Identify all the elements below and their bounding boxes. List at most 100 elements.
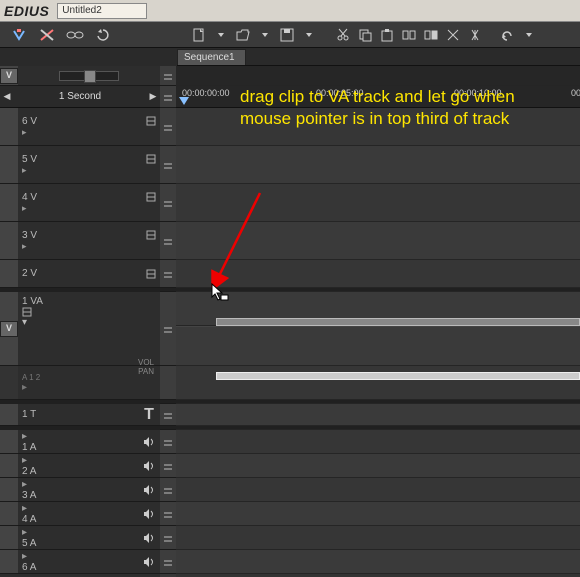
expand-icon[interactable]: ▸ [22,455,134,466]
track-mode-icon[interactable] [146,230,156,240]
tool-d2-icon[interactable] [422,26,440,44]
track-header-3a[interactable]: ▸ 3 A [0,478,160,502]
tool-e2-icon[interactable] [466,26,484,44]
tool-left-1-icon[interactable] [10,26,28,44]
expand-icon[interactable]: ▸ [22,382,156,393]
track-header-6v[interactable]: 6 V▸ [0,108,160,146]
scale-prev-icon[interactable]: ◀ [0,91,14,102]
collapse-icon[interactable]: ▾ [22,317,156,328]
track-header-1va[interactable]: V 1 VA ▾ VOLPAN [0,292,160,366]
track-header-4a[interactable]: ▸ 4 A [0,502,160,526]
speaker-icon[interactable] [138,454,160,477]
tool-d1-icon[interactable] [400,26,418,44]
lock-toggle[interactable] [160,502,176,526]
lock-toggle[interactable] [160,404,176,426]
title-mode-icon[interactable]: T [138,404,160,425]
save-icon[interactable] [278,26,296,44]
timeline-row[interactable] [176,146,580,184]
lock-toggle[interactable] [160,146,176,184]
speaker-icon[interactable] [138,502,160,525]
expand-icon[interactable]: ▸ [22,165,156,176]
tool-left-4-icon[interactable] [94,26,112,44]
clip[interactable] [216,318,580,326]
lock-toggle[interactable] [160,454,176,478]
expand-icon[interactable]: ▸ [22,127,156,138]
timeline-row[interactable] [176,404,580,426]
expand-icon[interactable]: ▸ [22,241,156,252]
tool-left-3-icon[interactable] [66,26,84,44]
track-header-3v[interactable]: 3 V▸ [0,222,160,260]
dropdown-3-icon[interactable] [300,26,318,44]
timeline-row[interactable] [176,502,580,526]
expand-icon[interactable]: ▸ [22,203,156,214]
track-mode-icon[interactable] [146,269,156,279]
timeline-row-va-bottom[interactable] [176,326,580,366]
tool-e1-icon[interactable] [444,26,462,44]
speaker-icon[interactable] [138,478,160,501]
lock-toggle[interactable] [160,430,176,454]
undo-icon[interactable] [498,26,516,44]
timeline-row[interactable] [176,260,580,288]
v-badge[interactable]: V [0,66,18,85]
track-mode-icon[interactable] [146,192,156,202]
dropdown-4-icon[interactable] [520,26,538,44]
lock-toggle[interactable] [160,526,176,550]
track-header-5v[interactable]: 5 V▸ [0,146,160,184]
timeline-row[interactable] [176,550,580,574]
track-header-4v[interactable]: 4 V▸ [0,184,160,222]
toolbar [0,22,580,48]
lock-toggle[interactable] [160,292,176,366]
new-icon[interactable] [190,26,208,44]
lock-toggle[interactable] [160,366,176,400]
v-badge[interactable]: V [0,292,18,365]
timeline[interactable]: 00:00:00:00 00:00:05:00 00:00:10:00 00:0… [176,66,580,577]
track-header-2a[interactable]: ▸ 2 A [0,454,160,478]
lock-toggle[interactable] [160,184,176,222]
tool-left-2-icon[interactable] [38,26,56,44]
timeline-row[interactable] [176,526,580,550]
expand-icon[interactable]: ▸ [22,479,134,490]
speaker-icon[interactable] [138,526,160,549]
speaker-icon[interactable] [138,550,160,573]
timeline-row[interactable] [176,222,580,260]
timeline-row[interactable] [176,184,580,222]
track-header-2v[interactable]: 2 V [0,260,160,288]
lock-toggle[interactable] [160,86,176,108]
lock-toggle[interactable] [160,478,176,502]
sequence-tab[interactable]: Sequence1 [177,49,246,65]
track-mode-icon[interactable] [146,154,156,164]
zoom-slider[interactable] [59,71,119,81]
track-header-5a[interactable]: ▸ 5 A [0,526,160,550]
open-icon[interactable] [234,26,252,44]
dropdown-2-icon[interactable] [256,26,274,44]
track-mode-icon[interactable] [22,307,156,317]
copy-icon[interactable] [356,26,374,44]
paste-icon[interactable] [378,26,396,44]
track-mode-icon[interactable] [146,116,156,126]
scale-next-icon[interactable]: ▶ [146,91,160,102]
timeline-row[interactable] [176,430,580,454]
expand-icon[interactable]: ▸ [22,503,134,514]
expand-icon[interactable]: ▸ [22,431,134,442]
dropdown-1-icon[interactable] [212,26,230,44]
expand-icon[interactable]: ▸ [22,527,134,538]
lock-toggle[interactable] [160,260,176,288]
track-header-asub[interactable]: A 1 2▸ [0,366,160,400]
lock-toggle[interactable] [160,222,176,260]
timeline-row[interactable] [176,478,580,502]
lock-toggle[interactable] [160,550,176,574]
playhead-icon[interactable] [179,97,189,105]
track-header-1a[interactable]: ▸ 1 A [0,430,160,454]
lock-toggle[interactable] [160,108,176,146]
clip[interactable] [216,372,580,380]
timeline-row-va-top[interactable] [176,292,580,326]
project-title-field[interactable] [57,3,147,19]
lock-toggle[interactable] [160,66,176,86]
timeline-row[interactable] [176,454,580,478]
timeline-row[interactable] [176,366,580,400]
track-header-6a[interactable]: ▸ 6 A [0,550,160,574]
expand-icon[interactable]: ▸ [22,551,134,562]
speaker-icon[interactable] [138,430,160,453]
track-header-1t[interactable]: 1 T T [0,404,160,426]
cut-icon[interactable] [334,26,352,44]
